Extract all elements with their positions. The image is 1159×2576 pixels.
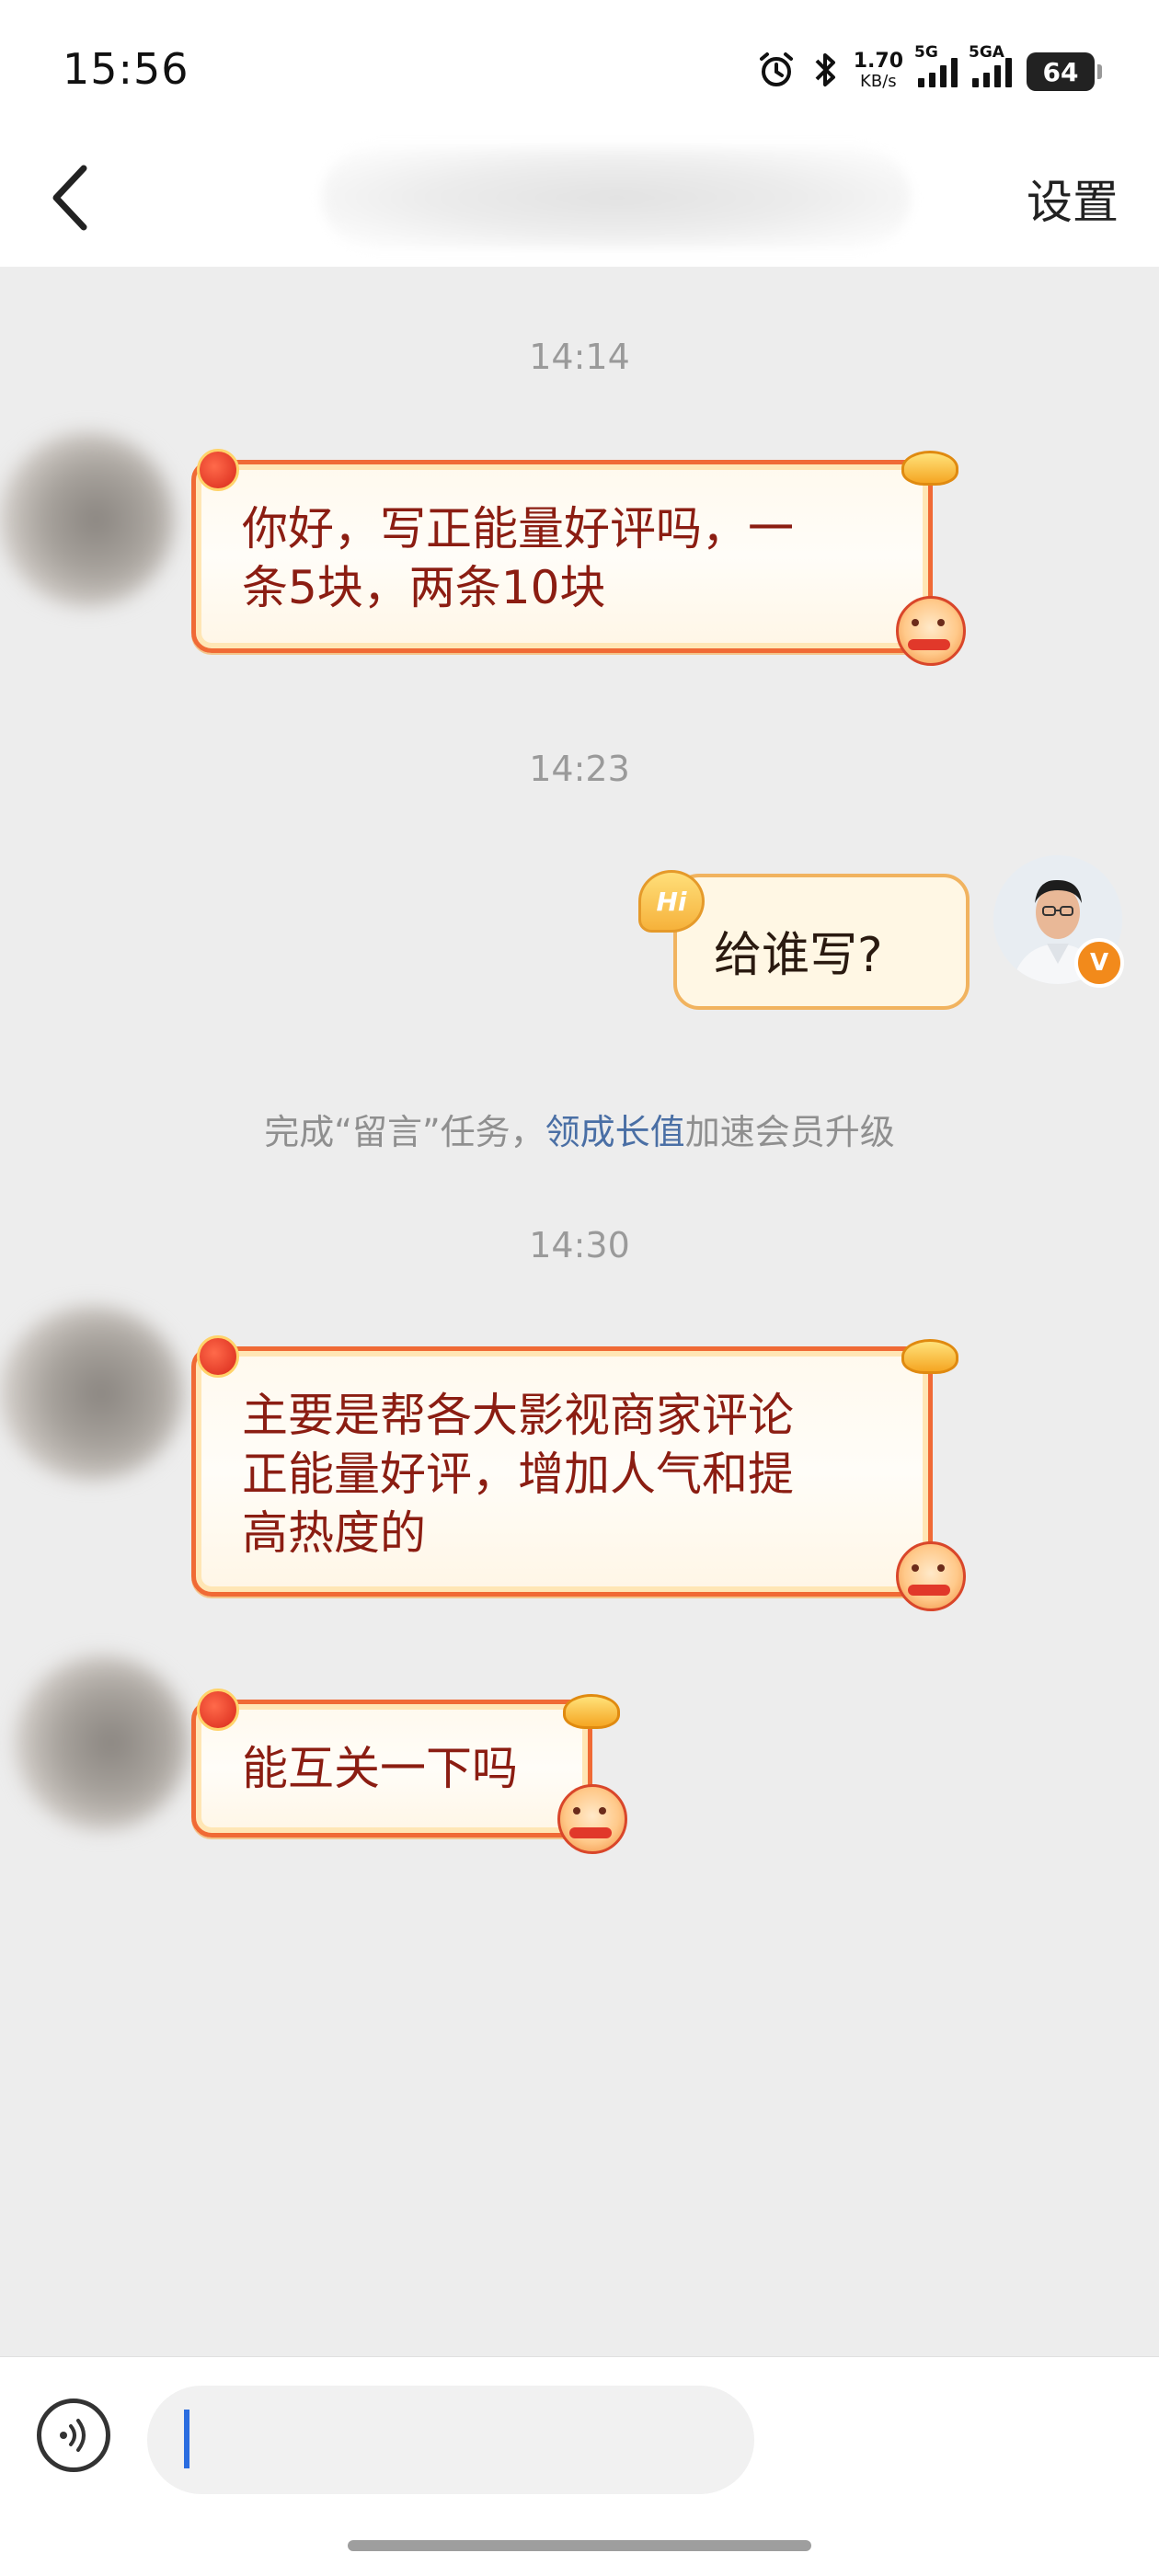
voice-icon bbox=[60, 2419, 86, 2452]
timestamp: 14:30 bbox=[529, 1225, 630, 1265]
message-text: 你好，写正能量好评吗，一 条5块，两条10块 bbox=[242, 502, 794, 614]
back-button[interactable] bbox=[31, 156, 114, 239]
message-bubble-incoming[interactable]: 主要是帮各大影视商家评论 正能量好评，增加人气和提 高热度的 bbox=[191, 1346, 933, 1597]
lantern-icon bbox=[197, 1335, 239, 1378]
message-text: 主要是帮各大影视商家评论 正能量好评，增加人气和提 高热度的 bbox=[242, 1389, 794, 1560]
lantern-icon bbox=[197, 449, 239, 491]
conversation-title-redacted bbox=[322, 147, 911, 248]
message-bubble-incoming[interactable]: 能互关一下吗 bbox=[191, 1700, 592, 1838]
verified-badge-icon: V bbox=[1074, 938, 1124, 988]
settings-button[interactable]: 设置 bbox=[1027, 166, 1119, 232]
bluetooth-icon bbox=[811, 50, 839, 94]
timestamp: 14:23 bbox=[529, 749, 630, 789]
message-text: 能互关一下吗 bbox=[242, 1742, 518, 1795]
gold-ingot-icon bbox=[563, 1694, 620, 1729]
system-notice: 完成“留言”任务，领成长值加速会员升级 bbox=[0, 1104, 1159, 1154]
message-text: 给谁写? bbox=[714, 928, 883, 983]
status-icons: 1.70 KB/s 5G 5GA 64 bbox=[756, 43, 1102, 96]
status-time: 15:56 bbox=[63, 44, 189, 94]
hi-badge-icon: Hi bbox=[638, 870, 705, 933]
avatar[interactable] bbox=[15, 1655, 189, 1830]
alarm-icon bbox=[756, 50, 797, 94]
gold-ingot-icon bbox=[901, 1339, 958, 1374]
notice-text: 加速会员升级 bbox=[684, 1112, 895, 1152]
grow-value-link[interactable]: 领成长值 bbox=[545, 1112, 685, 1152]
snake-mascot-icon bbox=[896, 596, 966, 666]
avatar[interactable] bbox=[0, 432, 175, 607]
network-speed: 1.70 KB/s bbox=[853, 50, 903, 92]
lantern-icon bbox=[197, 1689, 239, 1731]
battery-icon: 64 bbox=[1027, 52, 1102, 91]
snake-mascot-icon bbox=[896, 1541, 966, 1611]
message-input[interactable] bbox=[147, 2386, 754, 2494]
gold-ingot-icon bbox=[901, 451, 958, 486]
timestamp: 14:14 bbox=[529, 337, 630, 377]
avatar[interactable] bbox=[0, 1306, 184, 1481]
snake-mascot-icon bbox=[557, 1784, 627, 1854]
notice-text: 完成“留言”任务， bbox=[264, 1112, 545, 1152]
text-cursor bbox=[184, 2410, 189, 2468]
home-indicator[interactable] bbox=[348, 2540, 811, 2551]
voice-button[interactable] bbox=[37, 2399, 110, 2472]
message-bubble-incoming[interactable]: 你好，写正能量好评吗，一 条5块，两条10块 bbox=[191, 460, 933, 653]
signal-icon: 5G bbox=[914, 43, 958, 87]
message-bubble-outgoing[interactable]: 给谁写? bbox=[673, 874, 970, 1010]
chevron-left-icon bbox=[52, 165, 87, 231]
signal-icon: 5GA bbox=[969, 43, 1012, 87]
